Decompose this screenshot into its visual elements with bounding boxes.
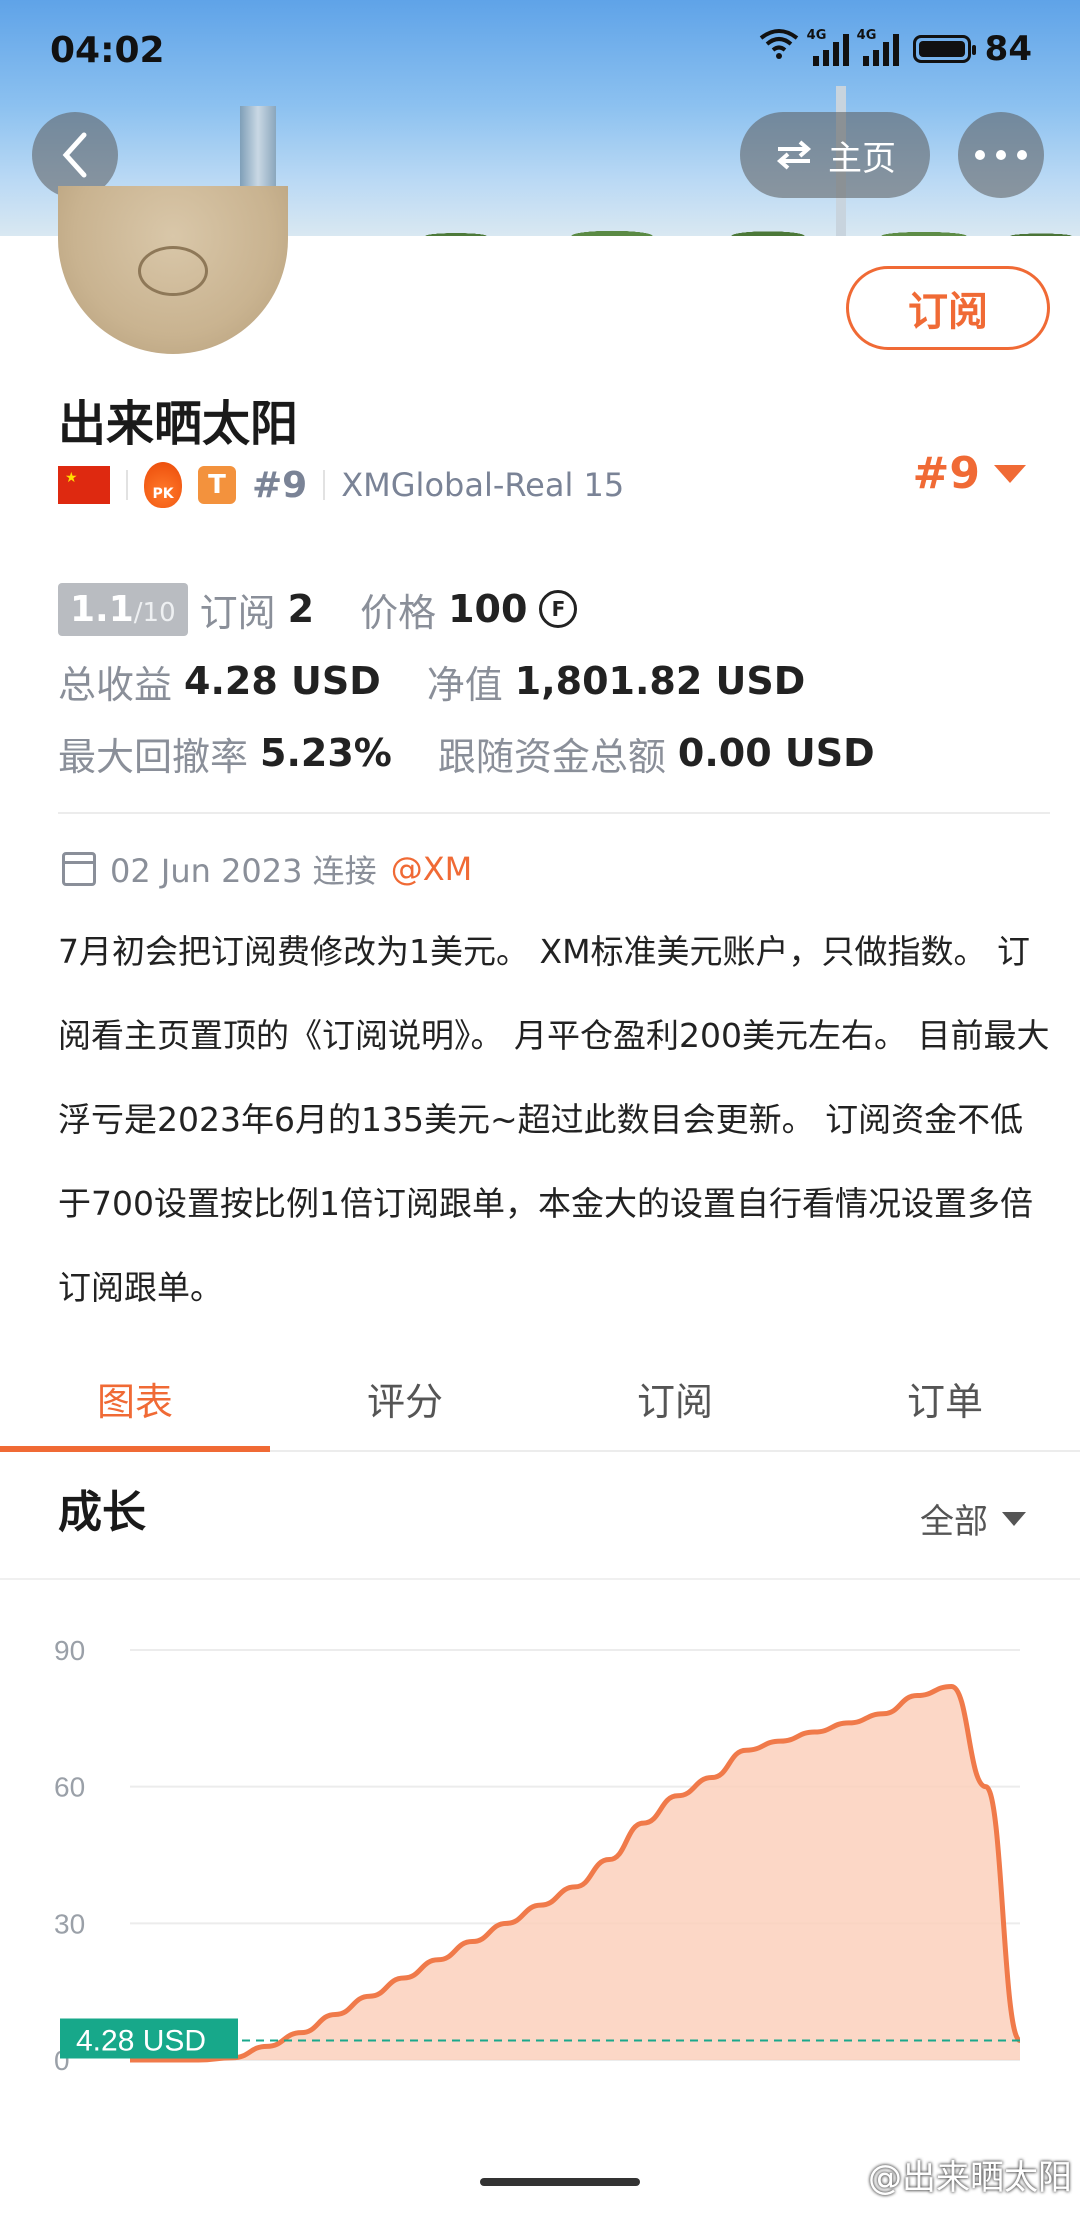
follow-funds-value: 0.00 USD [677, 731, 875, 775]
follow-funds-label: 跟随资金总额 [437, 734, 666, 779]
equity-value: 1,801.82 USD [514, 659, 806, 703]
wifi-icon [759, 28, 799, 69]
total-profit-value: 4.28 USD [184, 659, 381, 703]
stat-row-1: 1.1/10 订阅 2 价格 100 F [58, 576, 1048, 642]
watermark: @出来晒太阳 [868, 2158, 1072, 2198]
price-value: 100 [448, 587, 528, 631]
growth-chart[interactable]: 90 60 30 0 4.28 USD [0, 1580, 1080, 2120]
max-drawdown-label: 最大回撤率 [58, 734, 249, 779]
growth-chart-svg: 90603004.28 USD [54, 1635, 1023, 2076]
profile-name: 出来晒太阳 [58, 396, 299, 452]
tab-orders[interactable]: 订单 [810, 1346, 1080, 1450]
total-profit-label: 总收益 [58, 662, 173, 707]
coin-icon: F [539, 590, 578, 628]
signal-icon-1: 4G [807, 28, 849, 66]
sun-drawing-icon [138, 246, 208, 296]
home-button-label: 主页 [828, 138, 896, 179]
tab-subscribe[interactable]: 订阅 [540, 1346, 810, 1450]
current-value-label: 4.28 USD [76, 2025, 206, 2058]
growth-title: 成长 [58, 1487, 146, 1538]
growth-area [130, 1686, 1020, 2060]
y-tick-label: 90 [54, 1635, 85, 1666]
tab-bar: 图表 评分 订阅 订单 [0, 1346, 1080, 1452]
equity-label: 净值 [426, 662, 503, 707]
strategy-description: 7月初会把订阅费修改为1美元。 XM标准美元账户，只做指数。 订阅看主页置顶的《… [58, 932, 1050, 1307]
period-filter[interactable]: 全部 [920, 1494, 1026, 1543]
caret-down-icon [1002, 1511, 1026, 1526]
caret-down-icon [994, 464, 1026, 483]
divider [323, 470, 326, 500]
server-name: XMGlobal-Real 15 [341, 466, 625, 504]
status-time: 04:02 [50, 30, 165, 71]
more-icon [975, 150, 1027, 160]
banner-trees [300, 176, 1080, 236]
subscribe-count-label: 订阅 [199, 590, 276, 635]
connect-date: 02 Jun 2023 连接 [110, 852, 377, 890]
china-flag-icon: ★ [58, 466, 110, 504]
subscribe-count-value: 2 [287, 587, 315, 631]
y-tick-label: 30 [54, 1908, 85, 1939]
stat-row-2: 总收益 4.28 USD 净值 1,801.82 USD [58, 648, 1048, 714]
swap-icon [776, 140, 812, 170]
calendar-icon [62, 852, 96, 886]
tab-chart[interactable]: 图表 [0, 1346, 270, 1452]
rank-dropdown[interactable]: #9 [913, 448, 1026, 499]
avatar[interactable] [58, 186, 288, 354]
profile-meta: ★ PK T #9 XMGlobal-Real 15 [58, 458, 1038, 512]
stats-panel: 1.1/10 订阅 2 价格 100 F 总收益 4.28 USD 净值 1,8… [58, 576, 1048, 792]
subscribe-button[interactable]: 订阅 [846, 266, 1050, 350]
pk-badge[interactable]: PK [144, 462, 182, 508]
max-drawdown-value: 5.23% [260, 731, 392, 775]
more-button[interactable] [958, 112, 1044, 198]
status-icons: 4G 4G 84 [759, 28, 1032, 69]
period-filter-label: 全部 [920, 1502, 988, 1542]
section-divider [58, 812, 1050, 814]
divider [126, 470, 128, 500]
status-bar: 04:02 4G 4G 84 [0, 0, 1080, 108]
battery-icon [912, 34, 976, 63]
stat-row-3: 最大回撤率 5.23% 跟随资金总额 0.00 USD [58, 720, 1048, 786]
battery-level: 84 [984, 28, 1032, 69]
connect-info: 02 Jun 2023 连接 @XM [62, 846, 472, 892]
t-badge[interactable]: T [198, 466, 236, 504]
rank-dropdown-label: #9 [912, 448, 980, 499]
broker-link[interactable]: @XM [391, 850, 473, 888]
price-label: 价格 [360, 590, 437, 635]
home-button[interactable]: 主页 [740, 112, 930, 198]
tab-rating[interactable]: 评分 [270, 1346, 540, 1450]
home-indicator[interactable] [480, 2178, 640, 2186]
signal-icon-2: 4G [857, 28, 899, 66]
chevron-left-icon [62, 132, 87, 178]
score-badge: 1.1/10 [58, 582, 188, 636]
rank-label: #9 [252, 464, 308, 506]
y-tick-label: 60 [54, 1772, 85, 1803]
